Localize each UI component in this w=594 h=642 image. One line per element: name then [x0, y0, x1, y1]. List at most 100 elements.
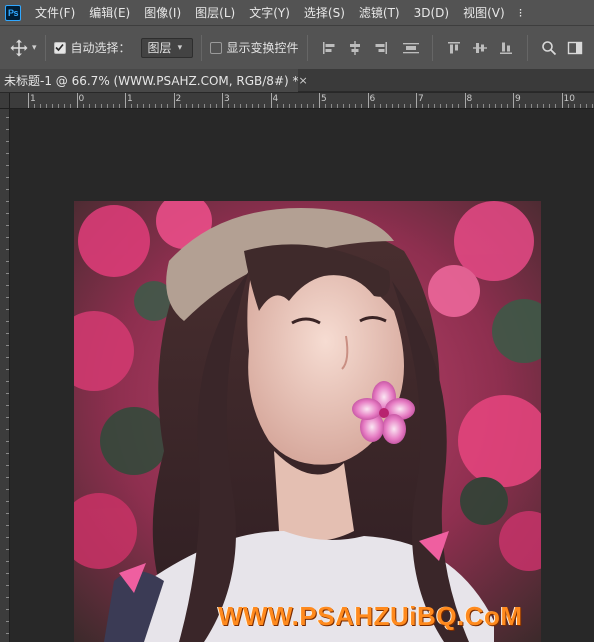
ruler-minor-tick [537, 104, 539, 108]
ruler-minor-tick [446, 104, 448, 108]
divider [200, 34, 202, 61]
ruler-minor-tick [519, 104, 521, 108]
ruler-minor-tick [46, 104, 48, 108]
ruler-minor-tick [525, 104, 527, 108]
ruler-minor-tick [422, 104, 424, 108]
auto-select-target-value: 图层 [147, 41, 172, 55]
align-left-edges-icon[interactable] [320, 39, 338, 57]
ruler-major-tick [367, 93, 369, 108]
ruler-minor-tick [6, 429, 9, 430]
auto-select-target-dropdown[interactable]: 图层 ▾ [140, 37, 193, 58]
document-tab-bar: 未标题-1 @ 66.7% (WWW.PSAHZ.COM, RGB/8#) * … [0, 69, 594, 92]
ruler-minor-tick [506, 104, 508, 108]
ruler-minor-tick [155, 104, 157, 108]
ruler-major-tick [125, 93, 126, 108]
search-icon[interactable] [540, 39, 558, 57]
ruler-minor-tick [403, 104, 405, 108]
ruler-minor-tick [331, 104, 333, 108]
ruler-major-tick [76, 93, 78, 108]
ruler-minor-tick [325, 104, 327, 108]
ruler-minor-tick [258, 104, 260, 108]
menu-overflow-icon[interactable]: ⁝ [519, 6, 523, 20]
ruler-minor-tick [6, 513, 9, 514]
ruler-minor-tick [531, 104, 533, 108]
distribute-icon[interactable] [402, 39, 420, 57]
ruler-minor-tick [6, 297, 9, 298]
align-top-edges-icon[interactable] [445, 39, 463, 57]
ruler-minor-tick [543, 104, 545, 108]
ruler-minor-tick [452, 104, 454, 108]
ruler-major-tick [28, 93, 29, 108]
ruler-major-tick [173, 93, 175, 108]
menu-edit[interactable]: 编辑(E) [89, 4, 130, 21]
ruler-minor-tick [428, 104, 430, 108]
menu-view[interactable]: 视图(V) [463, 4, 505, 21]
document-tab[interactable]: 未标题-1 @ 66.7% (WWW.PSAHZ.COM, RGB/8#) * … [0, 69, 308, 92]
ruler-minor-tick [6, 165, 9, 166]
align-right-edges-icon[interactable] [372, 39, 390, 57]
menu-type[interactable]: 文字(Y) [249, 4, 290, 21]
align-horizontal-centers-icon[interactable] [346, 39, 364, 57]
align-vertical-centers-icon[interactable] [471, 39, 489, 57]
close-icon[interactable]: × [299, 74, 308, 87]
ruler-minor-tick [149, 104, 151, 108]
ruler-minor-tick [203, 104, 205, 108]
ruler-minor-tick [6, 381, 9, 382]
menu-3d[interactable]: 3D(D) [414, 6, 449, 20]
auto-select-checkbox[interactable] [53, 41, 66, 54]
ruler-minor-tick [6, 549, 9, 550]
ruler-minor-tick [100, 104, 102, 108]
menu-image[interactable]: 图像(I) [144, 4, 181, 21]
canvas-photo [74, 201, 541, 642]
ruler-minor-tick [391, 104, 393, 108]
move-tool-icon[interactable] [10, 39, 28, 57]
ruler-minor-tick [6, 465, 9, 466]
ruler-minor-tick [246, 104, 248, 108]
divider [431, 34, 433, 61]
tool-preset-chevron-icon[interactable]: ▾ [32, 43, 37, 53]
document-canvas[interactable] [74, 201, 541, 642]
ruler-minor-tick [118, 104, 120, 108]
ruler-minor-tick [34, 104, 36, 108]
horizontal-ruler[interactable]: 1 0 1 2 3 4 5 6 7 8 9 10 [10, 93, 594, 109]
menu-layer[interactable]: 图层(L) [195, 4, 235, 21]
ruler-minor-tick [137, 104, 139, 108]
ruler-minor-tick [500, 104, 502, 108]
ruler-minor-tick [179, 104, 181, 108]
ruler-minor-tick [579, 104, 581, 108]
ruler-minor-tick [458, 104, 460, 108]
ruler-minor-tick [6, 453, 9, 454]
menu-filter[interactable]: 滤镜(T) [359, 4, 400, 21]
ruler-minor-tick [385, 104, 387, 108]
menu-select[interactable]: 选择(S) [304, 4, 345, 21]
ruler-minor-tick [494, 104, 496, 108]
ruler-minor-tick [6, 405, 9, 406]
ruler-minor-tick [573, 104, 575, 108]
auto-select-label: 自动选择： [70, 41, 131, 55]
ruler-minor-tick [234, 104, 236, 108]
ruler-minor-tick [252, 104, 254, 108]
vertical-ruler[interactable] [0, 109, 10, 642]
show-transform-checkbox[interactable] [209, 41, 222, 54]
menu-file[interactable]: 文件(F) [35, 4, 75, 21]
ruler-minor-tick [6, 201, 9, 202]
ruler-minor-tick [167, 104, 169, 108]
ruler-minor-tick [64, 104, 66, 108]
ruler-minor-tick [6, 225, 9, 226]
show-transform-label: 显示变换控件 [226, 41, 299, 55]
ruler-origin[interactable] [0, 93, 10, 109]
ruler-minor-tick [6, 285, 9, 286]
align-bottom-edges-icon[interactable] [497, 39, 515, 57]
ruler-tick-label: 1 [127, 94, 133, 104]
ruler-minor-tick [215, 104, 217, 108]
ruler-minor-tick [355, 104, 357, 108]
ruler-minor-tick [397, 104, 399, 108]
ruler-minor-tick [6, 585, 9, 586]
workspace-icon[interactable] [566, 39, 584, 57]
ruler-minor-tick [6, 369, 9, 370]
ruler-minor-tick [585, 104, 587, 108]
ruler-minor-tick [6, 273, 9, 274]
ruler-minor-tick [409, 104, 411, 108]
ruler-tick-label: 3 [224, 94, 230, 104]
ruler-major-tick [464, 93, 466, 108]
